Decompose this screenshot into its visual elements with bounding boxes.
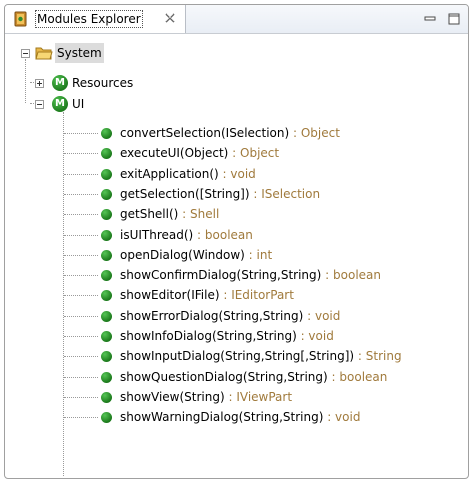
module-icon: M	[52, 96, 68, 112]
method-icon	[101, 331, 112, 342]
method-signature: showView(String)	[120, 390, 225, 404]
method-item[interactable]: showQuestionDialog(String,String) : bool…	[5, 367, 460, 387]
method-return-type: : void	[296, 329, 334, 343]
method-item[interactable]: openDialog(Window) : int	[5, 245, 460, 265]
method-label: showQuestionDialog(String,String) : bool…	[120, 367, 387, 387]
method-label: getSelection([String]) : ISelection	[120, 184, 320, 204]
method-icon	[101, 311, 112, 322]
method-return-type: : Shell	[178, 207, 220, 221]
tree-node-label: System	[55, 43, 104, 63]
method-icon	[101, 230, 112, 241]
method-return-type: : Object	[289, 126, 340, 140]
modules-explorer-view: Modules Explorer System M Resources M UI…	[4, 4, 469, 479]
method-icon	[101, 392, 112, 403]
method-label: executeUI(Object) : Object	[120, 143, 279, 163]
method-icon	[101, 372, 112, 383]
method-label: exitApplication() : void	[120, 164, 256, 184]
method-label: convertSelection(ISelection) : Object	[120, 123, 340, 143]
folder-open-icon	[35, 47, 53, 60]
collapse-toggle-icon[interactable]	[35, 100, 44, 109]
method-signature: isUIThread()	[120, 228, 194, 242]
method-item[interactable]: showWarningDialog(String,String) : void	[5, 407, 460, 427]
method-return-type: : boolean	[193, 228, 253, 242]
method-signature: openDialog(Window)	[120, 248, 245, 262]
method-item[interactable]: showEditor(IFile) : IEditorPart	[5, 285, 460, 305]
module-tree: System M Resources M UI convertSelection…	[5, 34, 468, 478]
method-item[interactable]: showConfirmDialog(String,String) : boole…	[5, 265, 460, 285]
method-signature: showInfoDialog(String,String)	[120, 329, 297, 343]
method-return-type: : void	[218, 167, 256, 181]
method-signature: getSelection([String])	[120, 187, 250, 201]
method-label: showView(String) : IViewPart	[120, 387, 292, 407]
method-icon	[101, 169, 112, 180]
method-icon	[101, 250, 112, 261]
tree-node-resources[interactable]: M Resources	[5, 73, 205, 93]
method-item[interactable]: showView(String) : IViewPart	[5, 387, 460, 407]
method-signature: showQuestionDialog(String,String)	[120, 370, 328, 384]
method-signature: showWarningDialog(String,String)	[120, 410, 324, 424]
method-label: showWarningDialog(String,String) : void	[120, 407, 360, 427]
method-return-type: : ISelection	[249, 187, 321, 201]
method-return-type: : void	[303, 309, 341, 323]
method-label: showEditor(IFile) : IEditorPart	[120, 285, 294, 305]
method-label: showConfirmDialog(String,String) : boole…	[120, 265, 381, 285]
tree-node-system[interactable]: System	[5, 43, 205, 63]
method-item[interactable]: exitApplication() : void	[5, 164, 460, 184]
collapse-toggle-icon[interactable]	[21, 49, 30, 58]
method-icon	[101, 290, 112, 301]
close-icon[interactable]	[163, 11, 177, 25]
method-item[interactable]: getShell() : Shell	[5, 204, 460, 224]
module-icon: M	[52, 75, 68, 91]
tree-node-label: UI	[72, 97, 85, 111]
method-item[interactable]: executeUI(Object) : Object	[5, 143, 460, 163]
method-signature: showConfirmDialog(String,String)	[120, 268, 322, 282]
method-signature: convertSelection(ISelection)	[120, 126, 290, 140]
method-return-type: : int	[244, 248, 273, 262]
method-icon	[101, 351, 112, 362]
method-icon	[101, 270, 112, 281]
expand-toggle-icon[interactable]	[35, 79, 44, 88]
modules-explorer-icon	[14, 11, 27, 27]
tree-node-ui[interactable]: M UI	[5, 94, 205, 114]
method-item[interactable]: getSelection([String]) : ISelection	[5, 184, 460, 204]
method-return-type: : Object	[228, 146, 280, 160]
method-item[interactable]: showErrorDialog(String,String) : void	[5, 306, 460, 326]
method-return-type: : String	[354, 349, 402, 363]
maximize-icon[interactable]	[447, 12, 461, 26]
method-signature: showEditor(IFile)	[120, 288, 220, 302]
method-icon	[101, 148, 112, 159]
method-signature: executeUI(Object)	[120, 146, 229, 160]
method-item[interactable]: isUIThread() : boolean	[5, 225, 460, 245]
method-label: getShell() : Shell	[120, 204, 219, 224]
method-signature: exitApplication()	[120, 167, 219, 181]
method-return-type: : IViewPart	[224, 390, 293, 404]
method-return-type: : IEditorPart	[219, 288, 294, 302]
method-return-type: : boolean	[327, 370, 388, 384]
method-signature: getShell()	[120, 207, 179, 221]
method-label: showErrorDialog(String,String) : void	[120, 306, 340, 326]
method-icon	[101, 189, 112, 200]
method-icon	[101, 412, 112, 423]
method-label: showInfoDialog(String,String) : void	[120, 326, 334, 346]
method-return-type: : boolean	[321, 268, 381, 282]
method-icon	[101, 128, 112, 139]
method-label: showInputDialog(String,String[,String]) …	[120, 346, 402, 366]
modules-explorer-tab[interactable]: Modules Explorer	[5, 5, 186, 33]
method-icon	[101, 209, 112, 220]
method-label: openDialog(Window) : int	[120, 245, 272, 265]
minimize-icon[interactable]	[423, 12, 437, 26]
tree-node-label: Resources	[72, 76, 134, 90]
view-titlebar: Modules Explorer	[5, 5, 468, 34]
method-item[interactable]: showInfoDialog(String,String) : void	[5, 326, 460, 346]
method-signature: showInputDialog(String,String[,String])	[120, 349, 355, 363]
method-item[interactable]: convertSelection(ISelection) : Object	[5, 123, 460, 143]
method-return-type: : void	[323, 410, 361, 424]
method-item[interactable]: showInputDialog(String,String[,String]) …	[5, 346, 460, 366]
tab-title: Modules Explorer	[35, 10, 143, 28]
method-label: isUIThread() : boolean	[120, 225, 253, 245]
method-signature: showErrorDialog(String,String)	[120, 309, 304, 323]
